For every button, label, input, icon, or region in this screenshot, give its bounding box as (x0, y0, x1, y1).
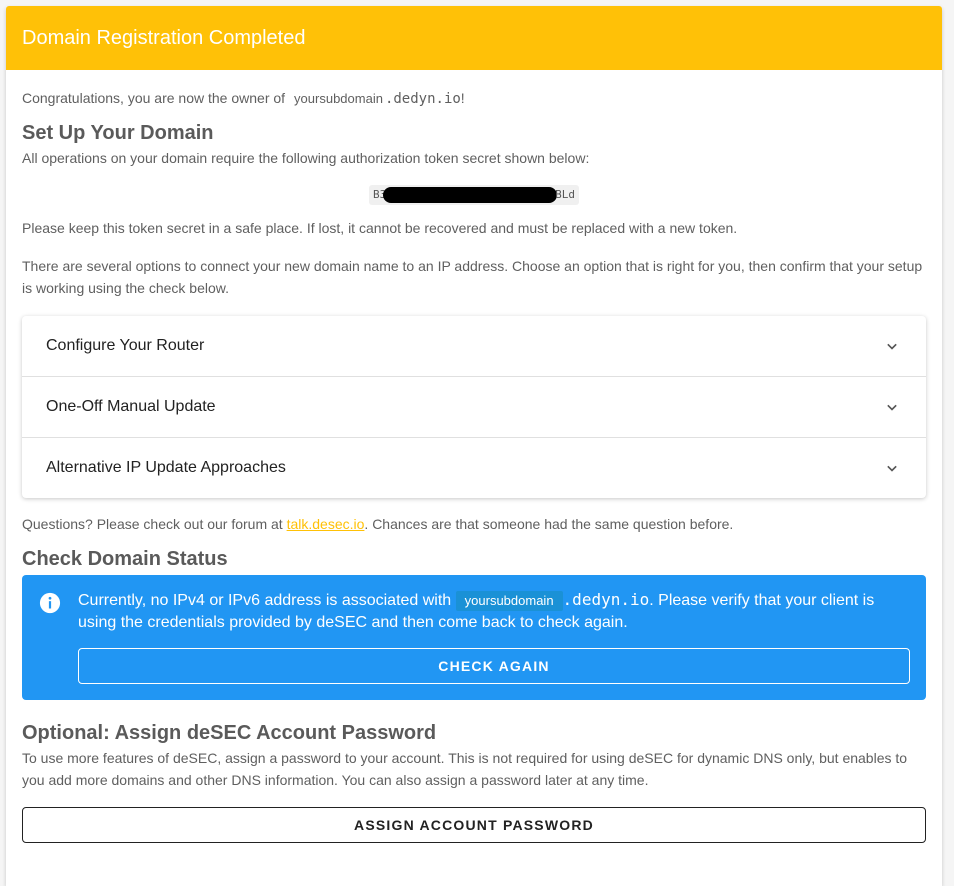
panel-alternative-approaches[interactable]: Alternative IP Update Approaches (22, 438, 926, 498)
registration-card: Domain Registration Completed Congratula… (6, 6, 942, 886)
status-alert: Currently, no IPv4 or IPv6 address is as… (22, 575, 926, 700)
panel-configure-router[interactable]: Configure Your Router (22, 316, 926, 377)
panel-label: One-Off Manual Update (46, 398, 216, 415)
subdomain-label: yoursubdomain (294, 91, 383, 106)
panel-label: Configure Your Router (46, 337, 205, 354)
chevron-down-icon (887, 404, 897, 411)
congrats-prefix: Congratulations, you are now the owner o… (22, 90, 286, 106)
password-text: To use more features of deSEC, assign a … (22, 750, 908, 788)
info-icon (39, 592, 61, 614)
panel-manual-update[interactable]: One-Off Manual Update (22, 377, 926, 438)
setup-intro: All operations on your domain require th… (22, 150, 590, 166)
forum-link[interactable]: talk.desec.io (287, 516, 365, 532)
questions-text: Questions? Please check out our forum at… (22, 513, 926, 535)
card-body: Congratulations, you are now the owner o… (6, 87, 942, 843)
password-heading: Optional: Assign deSEC Account Password (22, 722, 437, 744)
congrats-suffix: ! (460, 90, 465, 106)
setup-options-panels: Configure Your Router One-Off Manual Upd… (22, 316, 926, 498)
auth-token[interactable]: B3 BLd (369, 185, 579, 205)
token-container: B3 BLd (22, 185, 926, 205)
alert-domain-suffix: .dedyn.io (562, 590, 650, 609)
congrats-text: Congratulations, you are now the owner o… (22, 87, 926, 110)
assign-password-button[interactable]: ASSIGN ACCOUNT PASSWORD (22, 807, 926, 843)
options-text: There are several options to connect you… (22, 258, 923, 296)
page-title: Domain Registration Completed (22, 26, 306, 49)
status-heading: Check Domain Status (22, 548, 228, 570)
panel-label: Alternative IP Update Approaches (46, 459, 286, 476)
check-again-button[interactable]: CHECK AGAIN (78, 648, 910, 684)
questions-suffix: . Chances are that someone had the same … (364, 516, 734, 532)
card-header: Domain Registration Completed (6, 6, 942, 70)
token-redaction (383, 187, 557, 203)
setup-heading: Set Up Your Domain (22, 122, 214, 144)
domain-suffix: .dedyn.io (384, 91, 461, 107)
token-end: BLd (555, 188, 575, 201)
alert-subdomain: yoursubdomain (455, 591, 563, 611)
alert-prefix: Currently, no IPv4 or IPv6 address is as… (78, 592, 452, 609)
questions-prefix: Questions? Please check out our forum at (22, 516, 283, 532)
alert-message: Currently, no IPv4 or IPv6 address is as… (78, 589, 910, 634)
chevron-down-icon (887, 343, 897, 350)
keep-secret-text: Please keep this token secret in a safe … (22, 220, 738, 236)
chevron-down-icon (887, 465, 897, 472)
